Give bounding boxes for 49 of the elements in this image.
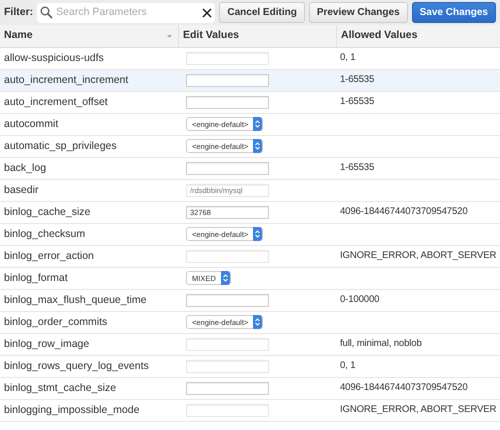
allowed-values: 1-65535 [339,95,376,110]
parameter-name: binlog_row_image [3,336,90,352]
allowed-values: 1-65535 [339,73,376,88]
filter-label: Filter: [4,4,34,20]
updown-icon [255,142,260,150]
allowed-values: 0, 1 [339,51,356,66]
parameter-name: binlog_cache_size [3,204,92,220]
search-field[interactable]: Search Parameters [37,2,216,22]
preview-button[interactable]: Preview Changes [308,2,408,23]
updown-icon [255,318,260,326]
cancel-button[interactable]: Cancel Editing [219,2,305,23]
value-field[interactable] [186,162,269,175]
parameter-name: binlogging_impossible_mode [3,402,140,418]
parameter-name: binlog_checksum [3,226,86,242]
parameter-name: auto_increment_offset [3,94,109,110]
allowed-values: 1-65535 [339,161,376,176]
value-field[interactable] [186,74,269,87]
column-header: Allowed Values [341,28,418,44]
clear-icon[interactable] [202,8,212,18]
value-field[interactable] [186,382,269,395]
value-field[interactable] [186,96,269,109]
parameter-name: binlog_format [3,270,69,286]
allowed-values: 0-100000 [339,293,380,308]
column-header: Name [4,28,33,44]
parameter-name: automatic_sp_privileges [3,138,118,154]
allowed-values: 4096-18446744073709547520 [339,381,468,396]
parameter-name: binlog_stmt_cache_size [3,380,118,396]
parameter-name: basedir [3,182,40,198]
search-icon [40,6,54,19]
sort-icon[interactable] [167,34,172,38]
parameter-name: binlog_order_commits [3,314,108,330]
allowed-values: full, minimal, noblob [339,337,423,352]
parameter-name: binlog_rows_query_log_events [3,358,150,374]
parameter-name: binlog_max_flush_queue_time [3,292,148,308]
updown-icon [222,274,228,282]
parameter-name: autocommit [3,116,60,132]
allowed-values: 4096-18446744073709547520 [339,205,468,220]
allowed-values: IGNORE_ERROR, ABORT_SERVER [339,249,498,264]
allowed-values: IGNORE_ERROR, ABORT_SERVER [339,403,498,418]
allowed-values: 0, 1 [339,359,356,374]
updown-icon [255,120,260,128]
parameter-name: auto_increment_increment [3,72,130,88]
parameter-name: allow-suspicious-udfs [3,50,105,66]
parameter-name: back_log [3,160,48,176]
column-header: Edit Values [183,28,240,44]
save-button[interactable]: Save Changes [412,2,496,23]
parameter-name: binlog_error_action [3,248,95,264]
updown-icon [255,230,260,238]
value-field[interactable] [186,294,269,307]
